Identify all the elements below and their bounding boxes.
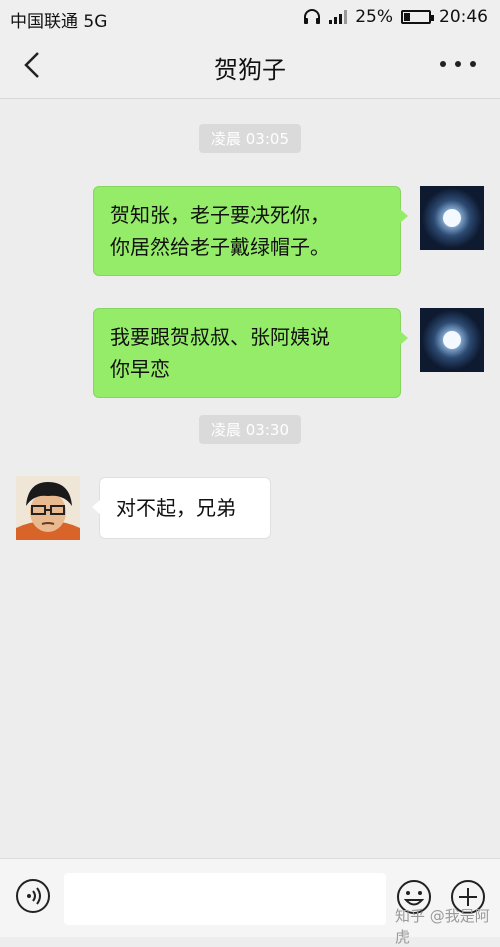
clock: 20:46 <box>439 7 488 27</box>
message-input[interactable] <box>64 873 386 925</box>
timestamp-1: 凌晨 03:05 <box>0 124 500 153</box>
galaxy-avatar-image <box>420 308 484 372</box>
more-button[interactable] <box>440 52 476 76</box>
battery-percent: 25% <box>355 7 393 27</box>
watermark: 知乎 @我是阿虎 <box>395 907 490 946</box>
voice-icon <box>27 887 41 905</box>
message-line: 你居然给老子戴绿帽子。 <box>110 235 330 259</box>
sent-message[interactable]: 贺知张，老子要决死你， 你居然给老子戴绿帽子。 <box>93 186 408 276</box>
carrier-label: 中国联通 5G <box>10 12 108 32</box>
chat-title: 贺狗子 <box>214 56 286 84</box>
status-bar: 中国联通 5G 25% 20:46 <box>0 0 500 34</box>
timestamp-text: 凌晨 03:30 <box>199 415 301 444</box>
timestamp-2: 凌晨 03:30 <box>0 415 500 444</box>
my-avatar[interactable] <box>420 308 484 372</box>
message-line: 贺知张，老子要决死你， <box>110 203 330 227</box>
galaxy-avatar-image <box>420 186 484 250</box>
voice-button[interactable] <box>16 879 50 913</box>
battery-icon <box>401 10 434 24</box>
battery-fill <box>404 13 410 21</box>
status-icons: 25% 20:46 <box>303 7 488 27</box>
message-line: 我要跟贺叔叔、张阿姨说 <box>110 325 330 349</box>
received-message[interactable]: 对不起，兄弟 <box>92 477 271 539</box>
chat-header: 贺狗子 <box>0 34 500 99</box>
message-line: 对不起，兄弟 <box>116 496 236 520</box>
signal-icon <box>329 10 348 24</box>
headphones-icon <box>304 9 321 24</box>
more-dots-icon <box>440 61 446 67</box>
timestamp-text: 凌晨 03:05 <box>199 124 301 153</box>
contact-avatar[interactable] <box>16 476 80 540</box>
sent-message[interactable]: 我要跟贺叔叔、张阿姨说 你早恋 <box>93 308 408 398</box>
message-line: 你早恋 <box>110 357 170 381</box>
cartoon-boy-avatar-image <box>16 476 80 540</box>
my-avatar[interactable] <box>420 186 484 250</box>
